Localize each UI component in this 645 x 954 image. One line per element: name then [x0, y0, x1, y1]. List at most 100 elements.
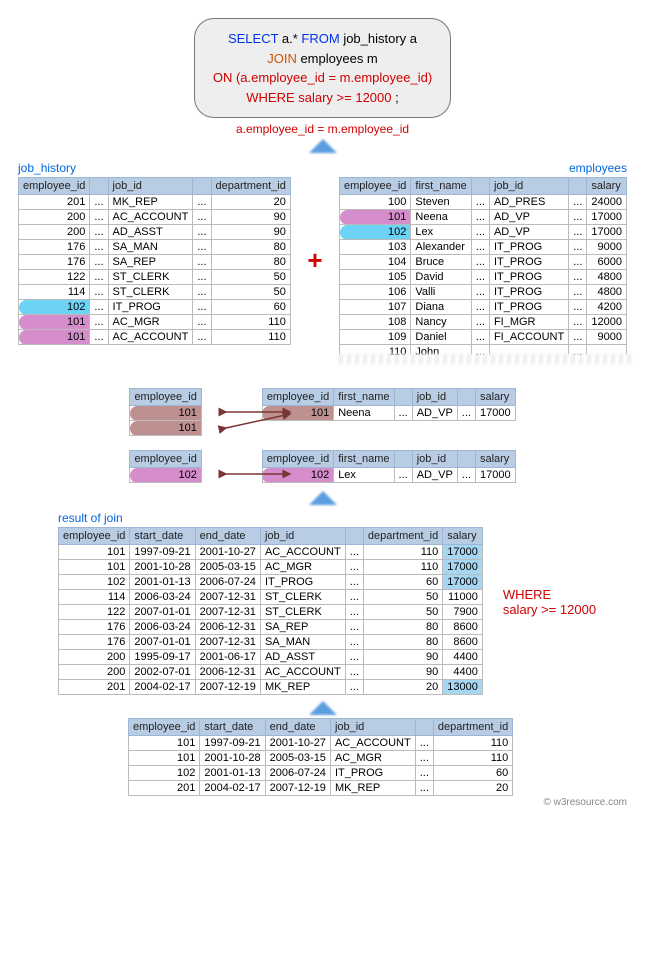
cell: 2006-07-24 [195, 575, 260, 590]
cell: Diana [411, 300, 471, 315]
col-header: employee_id [262, 389, 333, 406]
cell: ... [569, 255, 587, 270]
arrow-up-icon [309, 491, 337, 505]
cell: ... [345, 590, 363, 605]
table-row: 1142006-03-242007-12-31ST_CLERK...501100… [59, 590, 483, 605]
cell: ... [569, 210, 587, 225]
on-expr: (a.employee_id = m.employee_id) [236, 70, 432, 85]
cell: 12000 [587, 315, 627, 330]
cell: AD_ASST [260, 650, 345, 665]
table-row: 105David...IT_PROG...4800 [340, 270, 627, 285]
label-job-history: job_history [18, 159, 291, 177]
cell: 2007-12-19 [195, 680, 260, 695]
connector-arrows [218, 404, 308, 444]
table-result: employee_idstart_dateend_datejob_iddepar… [58, 527, 483, 695]
cell: 90 [211, 210, 290, 225]
cell: 2001-10-27 [265, 736, 330, 751]
table-row: 2012004-02-172007-12-19MK_REP...20 [129, 781, 513, 796]
cell: 20 [363, 680, 442, 695]
cell: 105 [340, 270, 411, 285]
cell: 2002-07-01 [130, 665, 195, 680]
cell: 9000 [587, 240, 627, 255]
cell: 108 [340, 315, 411, 330]
table-row: 1012001-10-282005-03-15AC_MGR...11017000 [59, 560, 483, 575]
table-row: 102...IT_PROG...60 [19, 300, 291, 315]
cell: FI_ACCOUNT [489, 330, 568, 345]
cell: ... [471, 315, 489, 330]
cell: ... [193, 210, 211, 225]
col-header: salary [443, 528, 483, 545]
cell: AD_VP [489, 210, 568, 225]
cell: 24000 [587, 195, 627, 210]
cell: 17000 [443, 545, 483, 560]
cell: 176 [59, 635, 130, 650]
table-row: 1762007-01-012007-12-31SA_MAN...808600 [59, 635, 483, 650]
col-header [345, 528, 363, 545]
cell: 2006-03-24 [130, 620, 195, 635]
cell: 4400 [443, 665, 483, 680]
cell: ... [90, 225, 108, 240]
cell: Neena [411, 210, 471, 225]
cell: Bruce [411, 255, 471, 270]
cell: ... [569, 225, 587, 240]
cell: ... [345, 650, 363, 665]
cell: 100 [340, 195, 411, 210]
cell: 110 [211, 330, 290, 345]
table-row: 1022001-01-132006-07-24IT_PROG...6017000 [59, 575, 483, 590]
cell: 2001-10-27 [195, 545, 260, 560]
cell: Valli [411, 285, 471, 300]
cell: SA_REP [108, 255, 193, 270]
cell: 102 [19, 300, 90, 315]
cell: 176 [19, 240, 90, 255]
cell: ... [345, 680, 363, 695]
cell: 2004-02-17 [130, 680, 195, 695]
col-header: job_id [489, 178, 568, 195]
cell: 4800 [587, 270, 627, 285]
cell: SA_MAN [260, 635, 345, 650]
col-header: first_name [334, 451, 394, 468]
cell: 110 [340, 345, 411, 360]
kw-on: ON [213, 70, 236, 85]
cell: ... [90, 315, 108, 330]
cell: 50 [363, 605, 442, 620]
cell: 102 [129, 766, 200, 781]
cell: 2006-12-31 [195, 620, 260, 635]
cell: 110 [211, 315, 290, 330]
cell: 17000 [475, 468, 515, 483]
col-header [569, 178, 587, 195]
cell: IT_PROG [489, 240, 568, 255]
table-row: 1011997-09-212001-10-27AC_ACCOUNT...110 [129, 736, 513, 751]
cell: ... [457, 468, 475, 483]
cell: ... [394, 406, 412, 421]
table-row: 200...AD_ASST...90 [19, 225, 291, 240]
cell: 80 [363, 620, 442, 635]
col-header: first_name [411, 178, 471, 195]
col-header [457, 389, 475, 406]
col-header: salary [587, 178, 627, 195]
cell: ... [471, 345, 489, 360]
cell: 8600 [443, 620, 483, 635]
arrow-up-icon [309, 701, 337, 715]
cell: ... [193, 270, 211, 285]
cell: ... [193, 195, 211, 210]
cell: ... [471, 330, 489, 345]
col-header [471, 178, 489, 195]
cell: ... [415, 781, 433, 796]
cell: 60 [211, 300, 290, 315]
cell: 50 [211, 270, 290, 285]
cell: ... [345, 635, 363, 650]
col-header: job_id [260, 528, 345, 545]
cell: 2006-07-24 [265, 766, 330, 781]
cell: 102 [340, 225, 411, 240]
cell: 2007-12-31 [195, 635, 260, 650]
cell: AC_ACCOUNT [108, 210, 193, 225]
cell: 1997-09-21 [200, 736, 265, 751]
cell: 2005-03-15 [195, 560, 260, 575]
cell: AD_ASST [108, 225, 193, 240]
table-row: 114...ST_CLERK...50 [19, 285, 291, 300]
cell: ... [415, 751, 433, 766]
col-header: job_id [412, 389, 457, 406]
col-header: department_id [433, 719, 512, 736]
cell: 110 [363, 560, 442, 575]
table-row: 1022001-01-132006-07-24IT_PROG...60 [129, 766, 513, 781]
